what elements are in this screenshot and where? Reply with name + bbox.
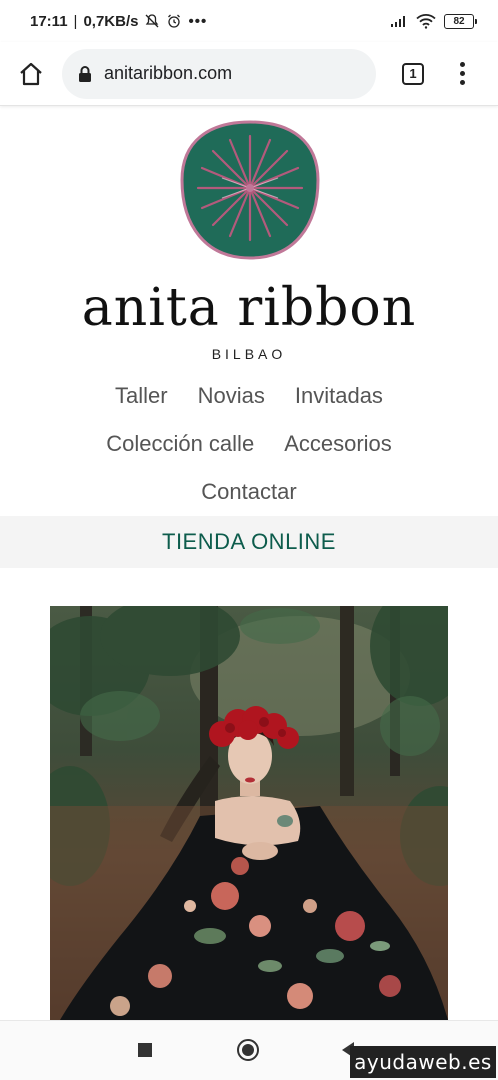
status-time: 17:11	[30, 12, 68, 30]
status-right: 82	[390, 13, 477, 29]
nav-link-contactar[interactable]: Contactar	[201, 479, 296, 505]
bell-off-icon	[146, 14, 159, 28]
home-icon	[20, 62, 42, 85]
status-separator: |	[73, 12, 78, 30]
alarm-icon	[168, 14, 181, 28]
hero-photo	[50, 606, 448, 1020]
status-left: 17:11 | 0,7KB/s •••	[30, 13, 207, 30]
site-nav: Taller Novias Invitadas Colección calle …	[0, 372, 498, 516]
home-system-button[interactable]	[237, 1039, 259, 1061]
watermark: ayudaweb.es	[350, 1046, 496, 1078]
nav-link-accesorios[interactable]: Accesorios	[284, 431, 392, 457]
online-shop-link[interactable]: TIENDA ONLINE	[0, 516, 498, 568]
menu-dot	[459, 71, 465, 76]
browser-toolbar: anitaribbon.com 1	[0, 42, 498, 106]
more-notifications-icon: •••	[188, 12, 208, 30]
lock-icon	[79, 65, 91, 82]
nav-link-invitadas[interactable]: Invitadas	[295, 383, 383, 409]
wifi-icon	[416, 14, 436, 29]
tab-switcher-button[interactable]: 1	[402, 62, 424, 85]
recent-apps-button[interactable]	[138, 1043, 152, 1057]
nav-row: Colección calle Accesorios	[0, 420, 498, 468]
nav-row: Contactar	[0, 468, 498, 516]
status-bar: 17:11 | 0,7KB/s ••• 82	[0, 0, 498, 42]
browser-menu-button[interactable]	[452, 62, 472, 85]
brand-logo-icon[interactable]	[178, 118, 322, 262]
menu-dot	[459, 62, 465, 67]
url-text: anitaribbon.com	[104, 63, 233, 83]
status-speed: 0,7KB/s	[83, 12, 139, 30]
nav-link-novias[interactable]: Novias	[198, 383, 265, 409]
battery-icon: 82	[444, 13, 477, 29]
brand-name[interactable]: anita ribbon	[0, 270, 498, 346]
nav-link-taller[interactable]: Taller	[115, 383, 168, 409]
nav-row: Taller Novias Invitadas	[0, 372, 498, 420]
brand-city: BILBAO	[211, 346, 287, 362]
signal-icon	[391, 16, 405, 27]
menu-dot	[459, 80, 465, 85]
nav-link-coleccion-calle[interactable]: Colección calle	[106, 431, 254, 457]
address-bar[interactable]: anitaribbon.com	[62, 48, 376, 99]
home-button[interactable]	[16, 59, 46, 89]
